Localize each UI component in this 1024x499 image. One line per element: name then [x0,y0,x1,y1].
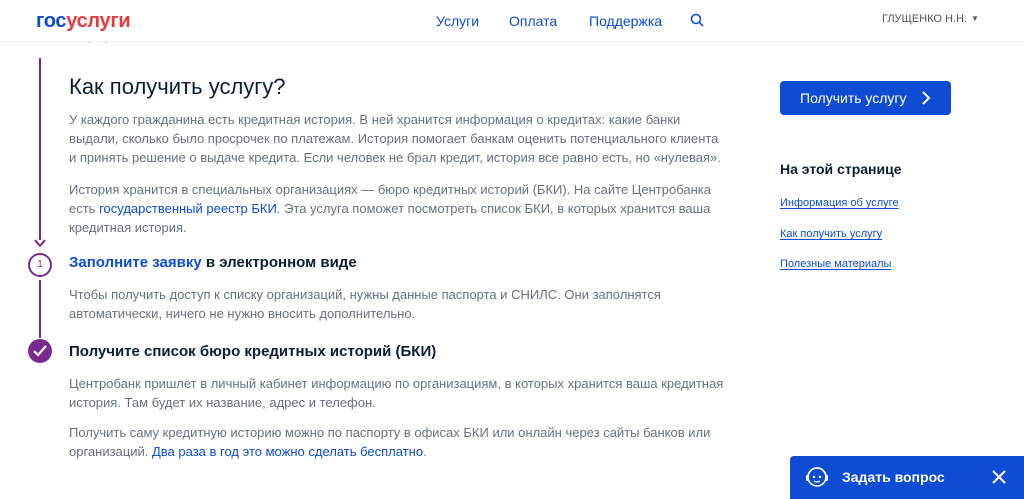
step-2-marker [28,339,52,363]
step-1-marker: 1 [28,253,52,277]
step-2-extra-text: Получить саму кредитную историю можно по… [69,423,729,461]
timeline-line-2 [39,280,41,338]
toc-title: На этой странице [780,161,902,177]
get-service-label: Получить услугу [800,90,907,106]
timeline-line [39,58,41,240]
gosuslugi-logo[interactable]: госуслуги [36,10,131,33]
user-menu[interactable]: ГЛУЩЕНКО Н.Н. ▼ [882,13,979,25]
step-1-text: Чтобы получить доступ к списку организац… [69,287,661,321]
ask-question-label: Задать вопрос [842,469,945,485]
intro-paragraph: У каждого гражданина есть кредитная исто… [69,112,721,165]
toc-link-materials[interactable]: Полезные материалы [780,258,891,270]
step-1-title-rest: в электронном виде [201,254,357,271]
nav-support[interactable]: Поддержка [589,13,662,29]
search-icon[interactable] [690,13,704,27]
step-2-text: Центробанк пришлет в личный кабинет инфо… [69,376,724,410]
nav-payment[interactable]: Оплата [509,13,557,29]
logo-part-uslugi: услуги [66,10,131,32]
section-title: Как получить услугу? [69,74,286,99]
chevron-down-icon: ▼ [971,14,979,23]
chatbot-icon [806,467,828,487]
logo-part-gos: гос [36,10,67,32]
ask-question-widget[interactable]: Задать вопрос [790,456,1024,499]
step-2-title: Получите список бюро кредитных историй (… [69,343,437,360]
step-1-title: Заполните заявку в электронном виде [69,254,357,271]
checkmark-icon [33,345,47,357]
top-header: госуслуги Услуги Оплата Поддержка ГЛУЩЕН… [0,0,1024,42]
nav-services[interactable]: Услуги [436,13,479,29]
toc-link-how[interactable]: Как получить услугу [780,228,882,240]
user-name: ГЛУЩЕНКО Н.Н. [882,13,968,25]
toc-link-info[interactable]: Информация об услуге [780,197,899,209]
fill-application-link[interactable]: Заполните заявку [69,254,202,271]
chevron-right-icon [922,91,931,105]
free-twice-link[interactable]: Два раза в год это можно сделать бесплат… [152,444,423,459]
step-2-text-after: . [423,444,427,459]
bki-paragraph: История хранится в специальных организац… [69,180,729,237]
close-icon[interactable] [992,470,1006,484]
get-service-button[interactable]: Получить услугу [780,81,951,115]
registry-link[interactable]: государственный реестр БКИ [99,201,277,216]
arrow-down-icon [34,239,46,248]
